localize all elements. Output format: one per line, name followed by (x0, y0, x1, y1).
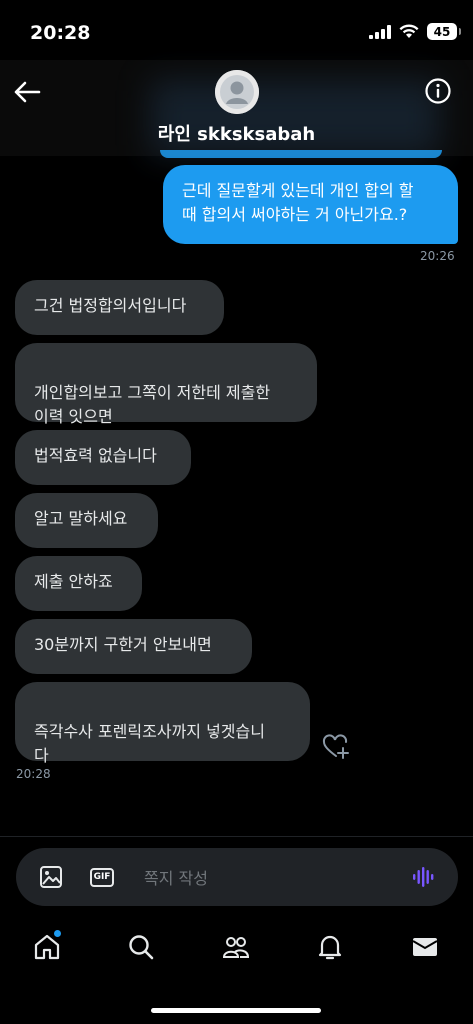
message-text: 30분까지 구한거 안보내면 (34, 635, 212, 654)
message-text: 개인합의보고 그쪽이 저한테 제출한 이력 잇으면 (34, 383, 271, 426)
image-icon[interactable] (39, 865, 63, 889)
status-bar: 20:28 45 (0, 0, 473, 60)
message-bubble-incoming[interactable]: 알고 말하세요 (15, 493, 158, 548)
bell-icon (318, 935, 342, 960)
tab-search[interactable] (126, 932, 156, 962)
tab-notifications[interactable] (315, 932, 345, 962)
message-bubble-incoming[interactable]: 개인합의보고 그쪽이 저한테 제출한 이력 잇으면 (15, 343, 317, 426)
conversation-header: 라인 skksksabah (0, 60, 473, 156)
back-arrow-icon[interactable] (12, 78, 44, 106)
message-text: 알고 말하세요 (34, 509, 128, 528)
home-indicator (151, 1008, 321, 1013)
message-composer: GIF 쪽지 작성 (16, 848, 458, 906)
bottom-tab-bar (0, 920, 473, 980)
message-bubble-incoming[interactable]: 제출 안하죠 (15, 556, 142, 611)
wifi-icon (399, 24, 419, 38)
avatar[interactable] (215, 70, 259, 114)
search-icon (129, 935, 154, 960)
envelope-icon (412, 938, 438, 956)
message-text: 즉각수사 포렌릭조사까지 넣겟습니 다 (34, 722, 265, 765)
message-bubble-outgoing[interactable]: 근데 질문할게 있는데 개인 합의 할 때 합의서 써야하는 거 아닌가요.? (163, 165, 458, 244)
communities-icon (222, 937, 250, 958)
conversation-title[interactable]: 라인 skksksabah (0, 120, 473, 146)
status-time: 20:28 (30, 22, 91, 44)
message-bubble-incoming[interactable]: 그건 법정합의서입니다 (15, 280, 224, 335)
info-icon[interactable] (424, 77, 452, 105)
status-icons: 45 (369, 23, 461, 40)
gif-button[interactable]: GIF (89, 865, 115, 889)
add-reaction-icon[interactable] (322, 734, 350, 760)
notification-dot (54, 930, 61, 937)
voice-message-icon[interactable] (411, 865, 435, 889)
signal-icon (369, 24, 391, 39)
message-bubble-incoming[interactable]: 법적효력 없습니다 (15, 430, 191, 485)
battery-level: 45 (433, 24, 451, 39)
message-text: 그건 법정합의서입니다 (34, 296, 187, 315)
battery-icon: 45 (427, 23, 461, 40)
tab-communities[interactable] (221, 932, 251, 962)
default-avatar-icon (215, 70, 259, 114)
message-timestamp: 20:26 (420, 249, 455, 263)
gif-label: GIF (89, 867, 115, 887)
tab-messages[interactable] (410, 932, 440, 962)
message-bubble-incoming[interactable]: 30분까지 구한거 안보내면 (15, 619, 252, 674)
message-text: 근데 질문할게 있는데 개인 합의 할 때 합의서 써야하는 거 아닌가요.? (182, 181, 414, 224)
message-text: 법적효력 없습니다 (34, 446, 157, 465)
message-timestamp: 20:28 (16, 767, 51, 781)
message-bubble-incoming[interactable]: 즉각수사 포렌릭조사까지 넣겟습니 다 (15, 682, 310, 765)
tab-home[interactable] (32, 930, 62, 962)
message-text: 제출 안하죠 (34, 572, 113, 591)
message-input[interactable]: 쪽지 작성 (144, 865, 208, 889)
previous-message-edge (160, 150, 442, 158)
